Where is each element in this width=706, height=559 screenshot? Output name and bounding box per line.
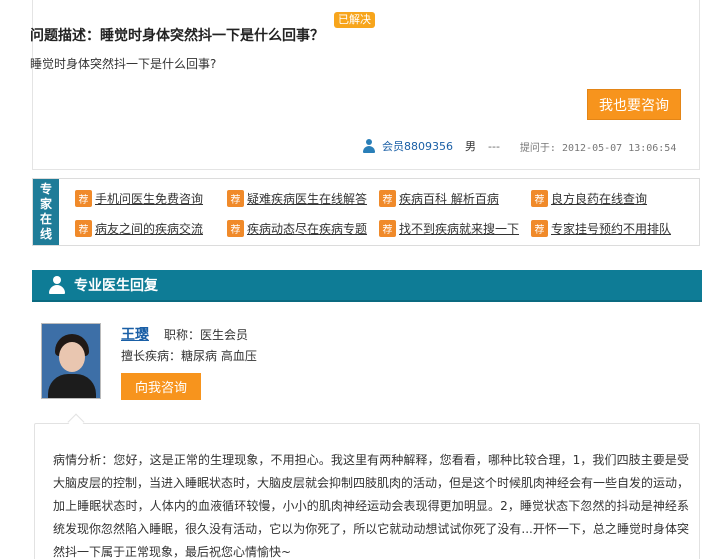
- member-age: ---: [488, 139, 500, 153]
- link-disease-search[interactable]: 找不到疾病就来搜一下: [399, 220, 519, 237]
- question-title: 问题描述：睡觉时身体突然抖一下是什么回事？: [30, 28, 324, 44]
- link-mobile-consult[interactable]: 手机问医生免费咨询: [95, 190, 203, 207]
- link-disease-encyclopedia[interactable]: 疾病百科 解析百病: [399, 190, 499, 207]
- analysis-text: 病情分析：您好，这是正常的生理现象，不用担心。我这里有两种解释，您看看，哪种比较…: [53, 453, 690, 559]
- question-meta: 会员8809356 男 --- 提问于: 2012-05-07 13:06:54: [362, 137, 676, 155]
- link-item[interactable]: 荐良方良药在线查询: [531, 189, 683, 207]
- doctor-title: 职称：医生会员: [164, 328, 249, 342]
- recommend-icon: 荐: [75, 219, 92, 237]
- link-item[interactable]: 荐专家挂号预约不用排队: [531, 219, 683, 237]
- link-item[interactable]: 荐病友之间的疾病交流: [75, 219, 227, 237]
- resolved-badge: 已解决: [334, 12, 375, 28]
- links-row-2: 荐病友之间的疾病交流 荐疾病动态尽在疾病专题 荐找不到疾病就来搜一下 荐专家挂号…: [75, 219, 683, 237]
- recommend-icon: 荐: [227, 219, 244, 237]
- recommend-icon: 荐: [531, 219, 548, 237]
- doctor-icon: [48, 276, 66, 294]
- expert-online-tag: 专 家 在 线: [33, 179, 59, 245]
- recommend-icon: 荐: [531, 189, 548, 207]
- doctor-avatar[interactable]: [41, 323, 101, 399]
- link-item[interactable]: 荐疾病动态尽在疾病专题: [227, 219, 379, 237]
- ask-too-button[interactable]: 我也要咨询: [587, 89, 681, 120]
- member-gender: 男: [465, 140, 476, 153]
- recommend-icon: 荐: [75, 189, 92, 207]
- member-link[interactable]: 会员8809356: [382, 138, 453, 154]
- recommend-icon: 荐: [227, 189, 244, 207]
- question-body: 睡觉时身体突然抖一下是什么回事?: [30, 57, 217, 71]
- link-item[interactable]: 荐手机问医生免费咨询: [75, 189, 227, 207]
- link-item[interactable]: 荐找不到疾病就来搜一下: [379, 219, 531, 237]
- link-item[interactable]: 荐疾病百科 解析百病: [379, 189, 531, 207]
- consult-me-button[interactable]: 向我咨询: [121, 373, 201, 400]
- recommend-icon: 荐: [379, 219, 396, 237]
- link-difficult-diseases[interactable]: 疑难疾病医生在线解答: [247, 190, 367, 207]
- recommend-icon: 荐: [379, 189, 396, 207]
- question-time: 提问于: 2012-05-07 13:06:54: [519, 142, 677, 154]
- expert-online-box: 专 家 在 线 荐手机问医生免费咨询 荐疑难疾病医生在线解答 荐疾病百科 解析百…: [32, 178, 700, 246]
- user-icon: [362, 139, 376, 153]
- link-patient-exchange[interactable]: 病友之间的疾病交流: [95, 220, 203, 237]
- link-disease-topics[interactable]: 疾病动态尽在疾病专题: [247, 220, 367, 237]
- section-title: 专业医生回复: [74, 278, 158, 294]
- page: 问题描述：睡觉时身体突然抖一下是什么回事？ 已解决 睡觉时身体突然抖一下是什么回…: [0, 0, 706, 559]
- links-row-1: 荐手机问医生免费咨询 荐疑难疾病医生在线解答 荐疾病百科 解析百病 荐良方良药在…: [75, 189, 683, 207]
- section-header: 专业医生回复: [32, 270, 702, 302]
- link-expert-appointment[interactable]: 专家挂号预约不用排队: [551, 220, 671, 237]
- link-item[interactable]: 荐疑难疾病医生在线解答: [227, 189, 379, 207]
- question-title-row: 问题描述：睡觉时身体突然抖一下是什么回事？: [30, 24, 324, 46]
- doctor-name[interactable]: 王璎: [121, 324, 149, 344]
- doctor-specialty: 擅长疾病：糖尿病 高血压: [121, 349, 257, 363]
- link-medicine-search[interactable]: 良方良药在线查询: [551, 190, 647, 207]
